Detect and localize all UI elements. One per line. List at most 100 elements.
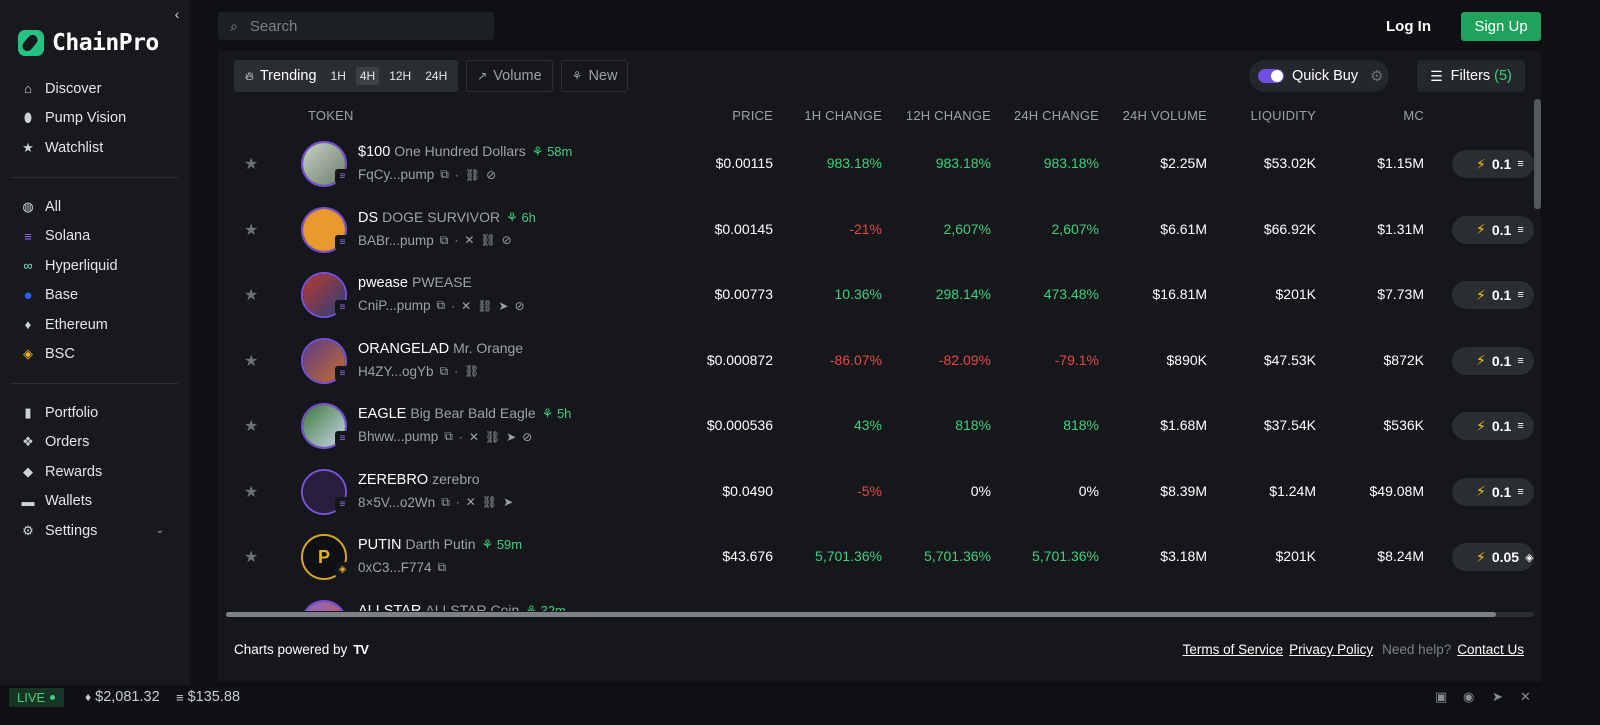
token-address[interactable]: FqCy...pump xyxy=(358,167,434,182)
tab-new[interactable]: ⚘ New xyxy=(560,60,629,92)
telegram-icon[interactable]: ➤ xyxy=(503,495,513,509)
website-icon[interactable]: ⛓ xyxy=(464,364,479,378)
x-twitter-icon[interactable]: ✕ xyxy=(1520,689,1531,705)
collapse-sidebar-icon[interactable]: ‹ xyxy=(170,6,184,22)
watchlist-star-icon[interactable]: ★ xyxy=(244,547,258,567)
sidebar-item-solana[interactable]: ≡ Solana xyxy=(0,222,190,252)
search-input[interactable] xyxy=(249,17,470,35)
link-icon[interactable]: ⊘ xyxy=(522,430,532,444)
token-address[interactable]: H4ZY...ogYb xyxy=(358,364,434,379)
watchlist-star-icon[interactable]: ★ xyxy=(244,351,258,371)
sidebar-item-wallets[interactable]: ▬ Wallets xyxy=(0,487,190,517)
privacy-link[interactable]: Privacy Policy xyxy=(1289,642,1373,657)
col-24h-volume[interactable]: 24H VOLUME xyxy=(1123,108,1207,123)
col-12h-change[interactable]: 12H CHANGE xyxy=(906,108,991,123)
quick-buy-settings-icon[interactable]: ⚙ xyxy=(1370,67,1388,85)
table-row[interactable]: ★ ≡ ORANGELAD Mr. Orange H4ZY...ogYb ⧉ · ⛓ $0.00… xyxy=(218,328,1534,393)
quick-buy-button[interactable]: ⚡︎ 0.1 ≡ xyxy=(1452,150,1534,178)
token-address[interactable]: 0xC3...F774 xyxy=(358,560,432,575)
sidebar-item-bsc[interactable]: ◈ BSC xyxy=(0,340,190,370)
col-24h-change[interactable]: 24H CHANGE xyxy=(1014,108,1099,123)
token-symbol[interactable]: pwease xyxy=(358,275,408,291)
quick-buy-button[interactable]: ⚡︎ 0.05 ◈ xyxy=(1452,543,1534,571)
filters-button[interactable]: ☰ Filters (5) xyxy=(1417,60,1525,92)
sidebar-item-orders[interactable]: ❖ Orders xyxy=(0,428,190,458)
table-row[interactable]: ★≡ALLSTARALLSTAR Coin⚘ 32m xyxy=(218,590,1534,612)
website-icon[interactable]: ⛓ xyxy=(480,233,495,247)
token-address[interactable]: Bhww...pump xyxy=(358,429,438,444)
website-icon[interactable]: ⛓ xyxy=(482,495,497,509)
token-address[interactable]: CniP...pump xyxy=(358,298,431,313)
quick-buy-button[interactable]: ⚡︎ 0.1 ≡ xyxy=(1452,412,1534,440)
copy-icon[interactable]: ⧉ xyxy=(440,167,449,182)
col-price[interactable]: PRICE xyxy=(732,108,773,123)
table-row[interactable]: ★ ≡ DS DOGE SURVIVOR ⚘ 6h BABr...pump ⧉ · ✕ ⛓ ⊘ $0.… xyxy=(218,197,1534,262)
x-twitter-icon[interactable]: ✕ xyxy=(466,495,476,509)
contact-link[interactable]: Contact Us xyxy=(1457,642,1524,657)
token-address[interactable]: BABr...pump xyxy=(358,233,434,248)
table-row[interactable]: ★ ≡ pwease PWEASE CniP...pump ⧉ · ✕ ⛓ ➤ ⊘ $0.00773 1… xyxy=(218,262,1534,327)
sidebar-item-watchlist[interactable]: ★ Watchlist xyxy=(0,133,190,163)
link-icon[interactable]: ⊘ xyxy=(514,299,524,313)
signup-button[interactable]: Sign Up xyxy=(1461,12,1541,41)
table-row[interactable]: ★ ≡ ZEREBRO zerebro 8×5V...o2Wn ⧉ · ✕ ⛓ ➤ $0.0490 -… xyxy=(218,459,1534,524)
timeframe-12h[interactable]: 12H xyxy=(385,67,415,85)
quick-buy-toggle[interactable] xyxy=(1258,69,1284,83)
sidebar-item-hyperliquid[interactable]: ∞ Hyperliquid xyxy=(0,251,190,281)
quick-buy-button[interactable]: ⚡︎ 0.1 ≡ xyxy=(1452,215,1534,244)
horizontal-scrollbar[interactable] xyxy=(226,612,1496,617)
col-mc[interactable]: MC xyxy=(1403,108,1424,123)
tab-trending[interactable]: 🔥︎ Trending 1H 4H 12H 24H xyxy=(234,60,459,92)
table-row[interactable]: ★ ≡ $100 One Hundred Dollars ⚘ 58m FqCy...pum… xyxy=(218,131,1534,196)
copy-icon[interactable]: ⧉ xyxy=(441,495,450,510)
token-symbol[interactable]: ALLSTAR xyxy=(358,603,421,612)
token-symbol[interactable]: EAGLE xyxy=(358,406,406,422)
watchlist-star-icon[interactable]: ★ xyxy=(244,416,258,436)
quick-buy-button[interactable]: ⚡︎ 0.1 ≡ xyxy=(1452,346,1534,375)
table-row[interactable]: ★ ≡ EAGLE Big Bear Bald Eagle ⚘ 5h Bhww...pum… xyxy=(218,393,1534,458)
sidebar-item-discover[interactable]: ⌂ Discover xyxy=(0,74,190,104)
tab-volume[interactable]: ↗ Volume xyxy=(466,60,553,92)
token-symbol[interactable]: ZEREBRO xyxy=(358,472,428,488)
sidebar-item-base[interactable]: ● Base xyxy=(0,281,190,311)
token-symbol[interactable]: ORANGELAD xyxy=(358,341,449,357)
x-twitter-icon[interactable]: ✕ xyxy=(469,430,479,444)
sidebar-item-pump-vision[interactable]: ⬮ Pump Vision xyxy=(0,104,190,134)
quick-buy-button[interactable]: ⚡︎ 0.1 ≡ xyxy=(1452,477,1534,506)
watchlist-star-icon[interactable]: ★ xyxy=(244,285,258,305)
copy-icon[interactable]: ⧉ xyxy=(444,429,453,444)
watchlist-star-icon[interactable]: ★ xyxy=(244,482,258,502)
watchlist-star-icon[interactable]: ★ xyxy=(244,220,258,240)
website-icon[interactable]: ⛓ xyxy=(477,299,492,313)
telegram-icon[interactable]: ➤ xyxy=(1492,689,1503,705)
token-symbol[interactable]: $100 xyxy=(358,144,390,160)
android-icon[interactable]: ▣ xyxy=(1435,689,1447,705)
website-icon[interactable]: ⛓ xyxy=(485,430,500,444)
telegram-icon[interactable]: ➤ xyxy=(498,299,508,313)
copy-icon[interactable]: ⧉ xyxy=(440,233,449,248)
timeframe-4h[interactable]: 4H xyxy=(355,67,380,85)
login-button[interactable]: Log In xyxy=(1386,14,1431,40)
timeframe-24h[interactable]: 24H xyxy=(421,67,451,85)
copy-icon[interactable]: ⧉ xyxy=(437,298,446,313)
col-1h-change[interactable]: 1H CHANGE xyxy=(804,108,882,123)
token-address[interactable]: 8×5V...o2Wn xyxy=(358,495,435,510)
col-liquidity[interactable]: LIQUIDITY xyxy=(1251,108,1316,123)
sidebar-item-all[interactable]: ◍ All xyxy=(0,192,190,222)
watchlist-star-icon[interactable]: ★ xyxy=(244,154,258,174)
vertical-scrollbar[interactable] xyxy=(1534,99,1541,209)
token-avatar[interactable] xyxy=(301,599,347,611)
terms-link[interactable]: Terms of Service xyxy=(1183,642,1284,657)
x-twitter-icon[interactable]: ✕ xyxy=(461,299,471,313)
sidebar-item-settings[interactable]: ⚙ Settings ⌄ xyxy=(0,516,190,546)
token-symbol[interactable]: PUTIN xyxy=(358,537,402,553)
sidebar-item-ethereum[interactable]: ♦ Ethereum xyxy=(0,310,190,340)
table-row[interactable]: ★ P ◈ PUTIN Darth Putin ⚘ 59m 0xC3...F774 ⧉ $43.… xyxy=(218,524,1534,589)
website-icon[interactable]: ⛓ xyxy=(465,168,480,182)
copy-icon[interactable]: ⧉ xyxy=(440,364,449,379)
search-bar[interactable]: ⌕ xyxy=(218,12,494,40)
quick-buy-button[interactable]: ⚡︎ 0.1 ≡ xyxy=(1452,281,1534,309)
x-twitter-icon[interactable]: ✕ xyxy=(464,233,474,247)
sidebar-item-portfolio[interactable]: ▮ Portfolio xyxy=(0,398,190,428)
col-token[interactable]: TOKEN xyxy=(308,108,354,123)
